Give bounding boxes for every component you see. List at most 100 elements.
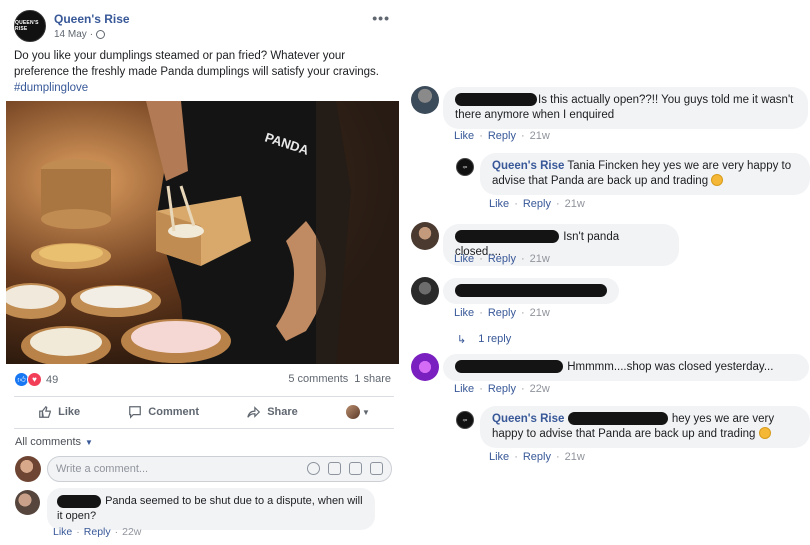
caret-down-icon: ▼	[85, 437, 93, 447]
comment-time[interactable]: 22w	[530, 383, 550, 395]
dumpling-photo-illustration: PANDA	[6, 101, 399, 364]
share-icon	[247, 406, 261, 418]
comment-time[interactable]: 21w	[530, 253, 550, 265]
reactions-summary[interactable]: 👍︎ ♥ 49	[14, 372, 58, 387]
camera-icon[interactable]	[328, 462, 341, 475]
divider	[14, 428, 394, 429]
smile-emoji-icon	[711, 174, 724, 186]
commenter-avatar[interactable]	[411, 86, 439, 114]
comment-filter-dropdown[interactable]: All comments ▼	[15, 436, 93, 448]
reply-bubble: Queen's Rise hey yes we are very happy t…	[480, 406, 810, 448]
page-name-link[interactable]: Queen's Rise	[54, 12, 130, 26]
comment-reply-link[interactable]: Reply	[488, 253, 516, 265]
comment-reply-link[interactable]: Reply	[488, 383, 516, 395]
like-label: Like	[58, 406, 81, 418]
more-options-icon[interactable]: •••	[372, 10, 390, 26]
comment-reply-link[interactable]: Reply	[488, 130, 516, 142]
sticker-icon[interactable]	[370, 462, 383, 475]
comment-like-link[interactable]: Like	[454, 383, 474, 395]
comment-icon	[129, 406, 142, 419]
commenter-avatar[interactable]	[411, 353, 439, 381]
engagement-counts: 5 comments 1 share	[288, 373, 391, 385]
post-header: QUEEN'S RISE Queen's Rise 14 May · •••	[14, 10, 394, 44]
reply-arrow-icon: ↳	[457, 334, 467, 346]
thumbs-up-icon	[39, 405, 51, 418]
comment-like-link[interactable]: Like	[53, 526, 72, 538]
comment-time[interactable]: 21w	[530, 130, 550, 142]
comment-reply-link[interactable]: Reply	[84, 526, 111, 538]
comment-links: Like · Reply · 21w	[454, 307, 550, 319]
love-reaction-icon: ♥	[27, 372, 42, 387]
like-button[interactable]: Like	[38, 405, 80, 419]
post-date[interactable]: 14 May	[54, 29, 87, 40]
reply-time[interactable]: 21w	[565, 198, 585, 210]
replies-count: 1 reply	[478, 333, 512, 345]
comment-bubble: Panda seemed to be shut due to a dispute…	[47, 488, 375, 530]
shares-count-link[interactable]: 1 share	[354, 373, 391, 385]
reply-bubble: Queen's Rise Tania Fincken hey yes we ar…	[480, 153, 810, 195]
page-avatar[interactable]: QR	[456, 158, 474, 176]
comment-time[interactable]: 22w	[122, 526, 141, 538]
post-text: Do you like your dumplings steamed or pa…	[14, 48, 394, 96]
comment-links: Like · Reply · 21w	[454, 253, 550, 265]
post-body: Do you like your dumplings steamed or pa…	[14, 50, 379, 78]
commenter-avatar[interactable]	[15, 490, 40, 515]
reply-author-link[interactable]: Queen's Rise	[492, 160, 564, 172]
redacted-name[interactable]	[57, 494, 101, 508]
smile-emoji-icon	[758, 427, 771, 439]
redacted-name[interactable]	[567, 412, 668, 426]
commenter-avatar[interactable]	[411, 277, 439, 305]
redacted-name[interactable]	[455, 93, 537, 107]
reply-time[interactable]: 21w	[565, 451, 585, 463]
view-replies-link[interactable]: ↳ 1 reply	[457, 333, 511, 346]
share-label: Share	[267, 406, 298, 418]
page-avatar[interactable]: QR	[456, 411, 474, 429]
reply-links: Like · Reply · 21w	[489, 198, 585, 210]
gif-icon[interactable]	[349, 462, 362, 475]
reply-reply-link[interactable]: Reply	[523, 451, 551, 463]
comment-like-link[interactable]: Like	[454, 307, 474, 319]
comment-links: Like · Reply · 21w	[454, 130, 550, 142]
composer-icons	[307, 462, 383, 475]
reply-reply-link[interactable]: Reply	[523, 198, 551, 210]
caret-down-icon: ▼	[361, 407, 370, 417]
redacted-name[interactable]	[455, 360, 563, 374]
comment-thread: Is this actually open??!! You guys told …	[405, 0, 810, 545]
emoji-icon[interactable]	[307, 462, 320, 475]
post-meta: 14 May ·	[54, 29, 106, 40]
share-button[interactable]: Share	[247, 405, 298, 419]
comment-bubble	[443, 278, 619, 304]
post-actions: Like Comment Share ▼	[14, 400, 394, 424]
comment-text: Panda seemed to be shut due to a dispute…	[57, 495, 363, 522]
comment-placeholder: Write a comment...	[56, 463, 149, 475]
comment-text: Hmmmm....shop was closed yesterday...	[567, 361, 774, 373]
reply-like-link[interactable]: Like	[489, 451, 509, 463]
comment-composer: Write a comment...	[15, 455, 393, 483]
reaction-count: 49	[46, 373, 59, 386]
commenter-avatar[interactable]	[411, 222, 439, 250]
comment-as-selector[interactable]: ▼	[345, 405, 370, 419]
comment-time[interactable]: 21w	[530, 307, 550, 319]
comments-count-link[interactable]: 5 comments	[288, 373, 348, 385]
comment-like-link[interactable]: Like	[454, 253, 474, 265]
hashtag-link[interactable]: #dumplinglove	[14, 82, 88, 94]
globe-icon	[96, 30, 106, 39]
redacted-comment[interactable]	[455, 284, 607, 298]
comment-input[interactable]: Write a comment...	[47, 456, 392, 482]
comment-button[interactable]: Comment	[128, 405, 199, 419]
comment-bubble: Is this actually open??!! You guys told …	[443, 87, 808, 129]
comment-links: Like · Reply · 22w	[454, 383, 550, 395]
reply-links: Like · Reply · 21w	[489, 451, 585, 463]
post-photo[interactable]: PANDA	[6, 101, 399, 364]
page-avatar[interactable]: QUEEN'S RISE	[14, 10, 46, 42]
user-avatar	[15, 456, 41, 482]
avatar	[345, 405, 360, 419]
redacted-name[interactable]	[455, 230, 559, 244]
divider	[14, 396, 394, 397]
reply-like-link[interactable]: Like	[489, 198, 509, 210]
facebook-post: QUEEN'S RISE Queen's Rise 14 May · ••• D…	[0, 0, 405, 545]
comment-filter-label: All comments	[15, 436, 82, 448]
comment-like-link[interactable]: Like	[454, 130, 474, 142]
reply-author-link[interactable]: Queen's Rise	[492, 413, 564, 425]
comment-reply-link[interactable]: Reply	[488, 307, 516, 319]
